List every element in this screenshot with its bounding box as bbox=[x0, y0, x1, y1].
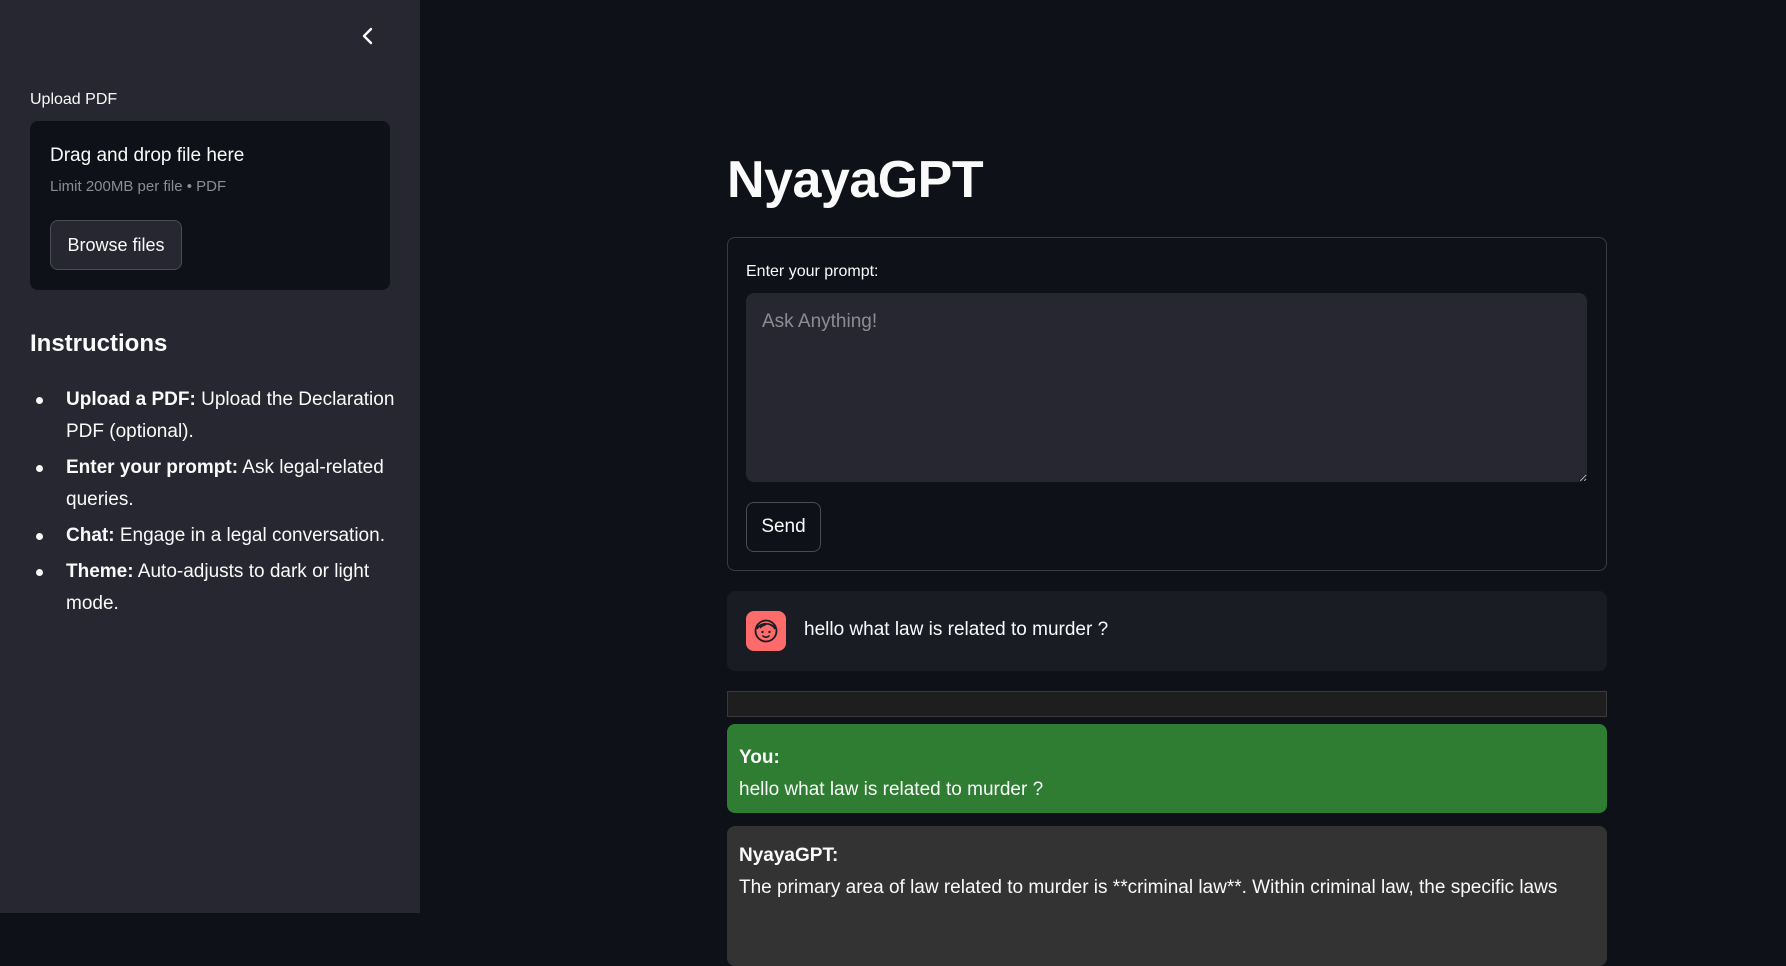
instruction-key: Chat: bbox=[66, 525, 115, 546]
history-message-user: You: hello what law is related to murder… bbox=[727, 724, 1607, 813]
avatar bbox=[746, 611, 786, 651]
prompt-input[interactable] bbox=[746, 293, 1587, 482]
page-title: NyayaGPT bbox=[727, 151, 984, 209]
chat-message-text: hello what law is related to murder ? bbox=[804, 619, 1109, 640]
dropzone-limit: Limit 200MB per file • PDF bbox=[50, 178, 227, 195]
collapse-sidebar-button[interactable] bbox=[354, 20, 382, 52]
instruction-item: Chat: Engage in a legal conversation. bbox=[30, 520, 400, 552]
instruction-item: Theme: Auto-adjusts to dark or light mod… bbox=[30, 556, 400, 620]
message-text: The primary area of law related to murde… bbox=[739, 877, 1558, 898]
instruction-key: Theme: bbox=[66, 561, 134, 582]
instruction-item: Enter your prompt: Ask legal-related que… bbox=[30, 452, 400, 516]
message-text: hello what law is related to murder ? bbox=[739, 779, 1044, 800]
instruction-key: Upload a PDF: bbox=[66, 389, 196, 410]
instructions-heading: Instructions bbox=[30, 330, 168, 357]
separator-box bbox=[727, 691, 1607, 717]
dropzone-title: Drag and drop file here bbox=[50, 145, 245, 166]
browse-files-button[interactable]: Browse files bbox=[50, 220, 182, 270]
instruction-text: Engage in a legal conversation. bbox=[114, 525, 385, 546]
chat-message-user: hello what law is related to murder ? bbox=[727, 591, 1607, 671]
instruction-key: Enter your prompt: bbox=[66, 457, 239, 478]
upload-label: Upload PDF bbox=[30, 91, 118, 108]
instruction-item: Upload a PDF: Upload the Declaration PDF… bbox=[30, 384, 400, 448]
speaker-label: You: bbox=[739, 747, 780, 768]
face-icon bbox=[754, 619, 778, 643]
chevron-left-icon bbox=[362, 27, 373, 45]
speaker-label: NyayaGPT: bbox=[739, 845, 839, 866]
prompt-label: Enter your prompt: bbox=[746, 263, 879, 280]
prompt-form: Enter your prompt: Send bbox=[727, 237, 1607, 571]
instructions-list: Upload a PDF: Upload the Declaration PDF… bbox=[30, 384, 400, 624]
file-dropzone[interactable]: Drag and drop file here Limit 200MB per … bbox=[30, 121, 390, 290]
send-button[interactable]: Send bbox=[746, 502, 821, 552]
history-message-bot: NyayaGPT: The primary area of law relate… bbox=[727, 826, 1607, 966]
sidebar: Upload PDF Drag and drop file here Limit… bbox=[0, 0, 420, 913]
main-content: NyayaGPT Enter your prompt: Send hello w… bbox=[420, 0, 1786, 966]
